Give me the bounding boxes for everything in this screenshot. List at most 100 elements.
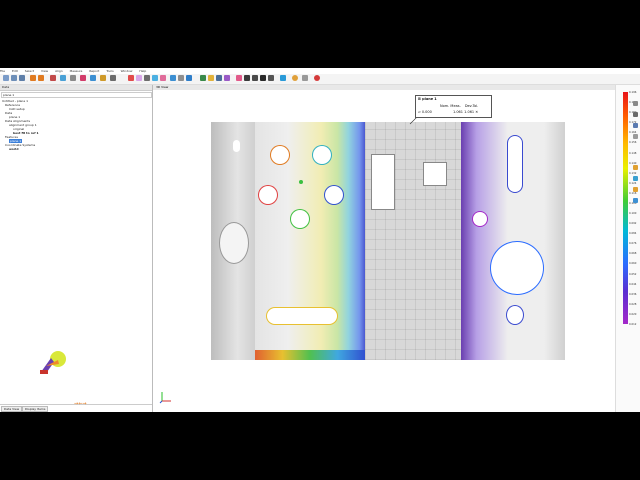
callout-values: ⏥ 0.000 1.061 1.061 ✕ bbox=[418, 110, 478, 114]
part-mesh[interactable] bbox=[211, 122, 565, 360]
circle-icon[interactable] bbox=[160, 75, 166, 81]
sphere-icon[interactable] bbox=[186, 75, 192, 81]
annotation-icon[interactable] bbox=[224, 75, 230, 81]
measure-icon[interactable] bbox=[90, 75, 96, 81]
menu-window[interactable]: Window bbox=[121, 69, 133, 73]
align-icon[interactable] bbox=[80, 75, 86, 81]
save-icon[interactable] bbox=[19, 75, 25, 81]
scale-range-icon[interactable] bbox=[633, 123, 638, 128]
bottom-edge-colors bbox=[255, 350, 365, 360]
gdt-icon[interactable] bbox=[216, 75, 222, 81]
menu-align[interactable]: Align bbox=[55, 69, 63, 73]
scale-edit-icon[interactable] bbox=[633, 112, 638, 117]
rotate-icon[interactable] bbox=[260, 75, 266, 81]
menu-view[interactable]: View bbox=[41, 69, 48, 73]
new-icon[interactable] bbox=[3, 75, 9, 81]
color-scale-tick: 0.044 bbox=[629, 282, 637, 286]
scale-lock-icon[interactable] bbox=[633, 176, 638, 181]
menu-measure[interactable]: Measure bbox=[70, 69, 83, 73]
color-scale-tick: 0.076 bbox=[629, 242, 637, 246]
hole-4 bbox=[325, 186, 343, 204]
scale-export-icon[interactable] bbox=[633, 187, 638, 192]
color-scale-tick: 0.156 bbox=[629, 141, 637, 145]
tree-item-world[interactable]: world bbox=[9, 147, 19, 151]
callout-title: ⊞ plane 1 bbox=[418, 97, 437, 101]
camera-icon[interactable] bbox=[268, 75, 274, 81]
tab-data-view[interactable]: Data View bbox=[1, 406, 23, 412]
data-sidebar: Data plane 1 Untitled - plane 1 Referenc… bbox=[0, 85, 153, 412]
main-toolbar bbox=[0, 74, 640, 85]
zoom-icon[interactable] bbox=[252, 75, 258, 81]
color-scale-tick: 0.196 bbox=[629, 91, 637, 94]
header-tol: Tol. bbox=[472, 104, 479, 108]
redo-icon[interactable] bbox=[38, 75, 44, 81]
hole-3 bbox=[259, 186, 277, 204]
menu-help[interactable]: Help bbox=[139, 69, 146, 73]
line-icon[interactable] bbox=[144, 75, 150, 81]
slot-vertical bbox=[508, 136, 522, 192]
flatness-icon: ⏥ bbox=[418, 110, 421, 114]
import-icon[interactable] bbox=[60, 75, 66, 81]
header-meas: Meas. bbox=[450, 104, 461, 108]
settings-icon[interactable] bbox=[70, 75, 76, 81]
color-scale-tick: 0.116 bbox=[629, 191, 637, 195]
color-map-panel: 0.1960.1880.1800.1720.1640.1560.1480.140… bbox=[615, 85, 640, 412]
fit-view-icon[interactable] bbox=[244, 75, 250, 81]
header-nom: Nom. bbox=[440, 104, 450, 108]
undo-icon[interactable] bbox=[30, 75, 36, 81]
hole-right-large bbox=[491, 242, 543, 294]
probe-icon[interactable] bbox=[280, 75, 286, 81]
value-dev: 1.061 bbox=[464, 110, 475, 114]
color-scale-tick: 0.124 bbox=[629, 181, 637, 185]
hole-right-bottom bbox=[507, 306, 523, 324]
sidebar-bottom-tools[interactable]: ⇝⇜⇝ bbox=[74, 401, 108, 407]
rect-cutout-1 bbox=[371, 154, 395, 210]
callout-headers: Nom. Meas. Dev.Tol. bbox=[440, 104, 478, 108]
point-icon[interactable] bbox=[128, 75, 134, 81]
color-scale-bar bbox=[623, 92, 628, 324]
3d-viewport[interactable]: 3D View ⊞ plane 1 Nom. Meas. Dev.Tol. ⏥ … bbox=[153, 85, 618, 412]
menu-report[interactable]: Report bbox=[89, 69, 99, 73]
color-scale-tick: 0.020 bbox=[629, 312, 637, 316]
color-map-icon[interactable] bbox=[633, 165, 638, 170]
status-x-icon: ✕ bbox=[475, 110, 479, 114]
scale-info-icon[interactable] bbox=[633, 198, 638, 203]
report-icon[interactable] bbox=[100, 75, 106, 81]
color-scale-tick: 0.012 bbox=[629, 323, 637, 326]
color-scale-tick: 0.036 bbox=[629, 292, 637, 296]
hole-tiny bbox=[299, 180, 303, 184]
open-icon[interactable] bbox=[11, 75, 17, 81]
section-icon[interactable] bbox=[200, 75, 206, 81]
color-scale-tick: 0.132 bbox=[629, 171, 637, 175]
delete-icon[interactable] bbox=[50, 75, 56, 81]
hole-2 bbox=[313, 146, 331, 164]
color-scale-tick: 0.092 bbox=[629, 222, 637, 226]
view-icon[interactable] bbox=[236, 75, 242, 81]
target-icon[interactable] bbox=[292, 75, 298, 81]
cylinder-icon[interactable] bbox=[170, 75, 176, 81]
curve-icon[interactable] bbox=[136, 75, 142, 81]
rect-cutout-2 bbox=[423, 162, 447, 186]
axis-triad-icon bbox=[159, 392, 171, 404]
hole-1 bbox=[271, 146, 289, 164]
measurement-callout[interactable]: ⊞ plane 1 Nom. Meas. Dev.Tol. ⏥ 0.000 1.… bbox=[415, 95, 492, 118]
scale-settings-icon[interactable] bbox=[633, 101, 638, 106]
stop-icon[interactable] bbox=[314, 75, 320, 81]
menu-file[interactable]: File bbox=[0, 69, 5, 73]
color-map-icon[interactable] bbox=[208, 75, 214, 81]
tab-display-items[interactable]: Display Items bbox=[22, 406, 49, 412]
menu-select[interactable]: Select bbox=[25, 69, 34, 73]
menu-edit[interactable]: Edit bbox=[12, 69, 18, 73]
slot-bottom bbox=[267, 308, 337, 324]
select-icon[interactable] bbox=[110, 75, 116, 81]
search-input[interactable]: plane 1 bbox=[1, 92, 152, 98]
pan-icon[interactable] bbox=[302, 75, 308, 81]
scale-reset-icon[interactable] bbox=[633, 134, 638, 139]
cone-icon[interactable] bbox=[178, 75, 184, 81]
viewport-title: 3D View bbox=[153, 85, 618, 90]
menu-tools[interactable]: Tools bbox=[106, 69, 113, 73]
color-scale-tick: 0.060 bbox=[629, 262, 637, 266]
hole-large-oval bbox=[219, 222, 249, 264]
plane-icon[interactable] bbox=[152, 75, 158, 81]
application-window: File Edit Select View Align Measure Repo… bbox=[0, 68, 640, 412]
